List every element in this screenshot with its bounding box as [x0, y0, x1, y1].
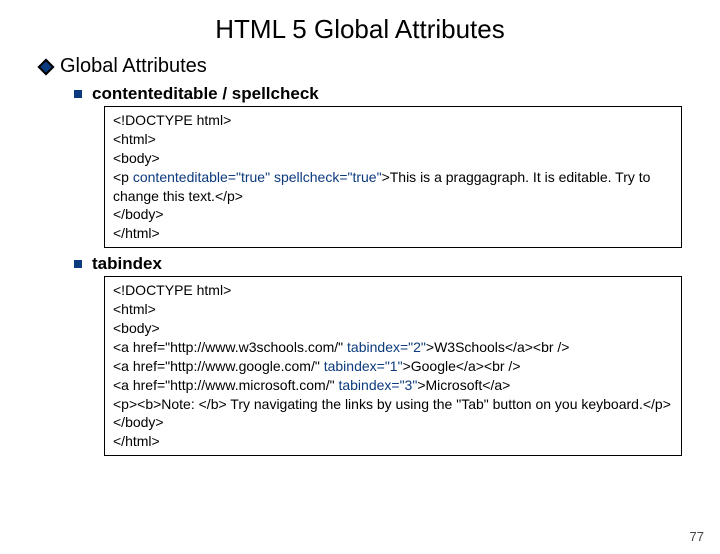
- code-box-1: <!DOCTYPE html><html><body><a href="http…: [104, 276, 682, 456]
- section-row: Global Attributes: [40, 55, 692, 78]
- item-heading-0: contenteditable / spellcheck: [92, 84, 319, 104]
- square-bullet-icon: [74, 260, 82, 268]
- diamond-bullet-icon: [38, 58, 55, 75]
- content-area: Global Attributes contenteditable / spel…: [0, 55, 720, 456]
- section-heading: Global Attributes: [60, 55, 207, 78]
- code-box-0: <!DOCTYPE html><html><body><p contentedi…: [104, 106, 682, 248]
- square-bullet-icon: [74, 90, 82, 98]
- item-heading-1: tabindex: [92, 254, 162, 274]
- item-row-1: tabindex: [74, 254, 692, 274]
- page-number: 77: [690, 529, 704, 544]
- item-row-0: contenteditable / spellcheck: [74, 84, 692, 104]
- slide-title: HTML 5 Global Attributes: [0, 14, 720, 45]
